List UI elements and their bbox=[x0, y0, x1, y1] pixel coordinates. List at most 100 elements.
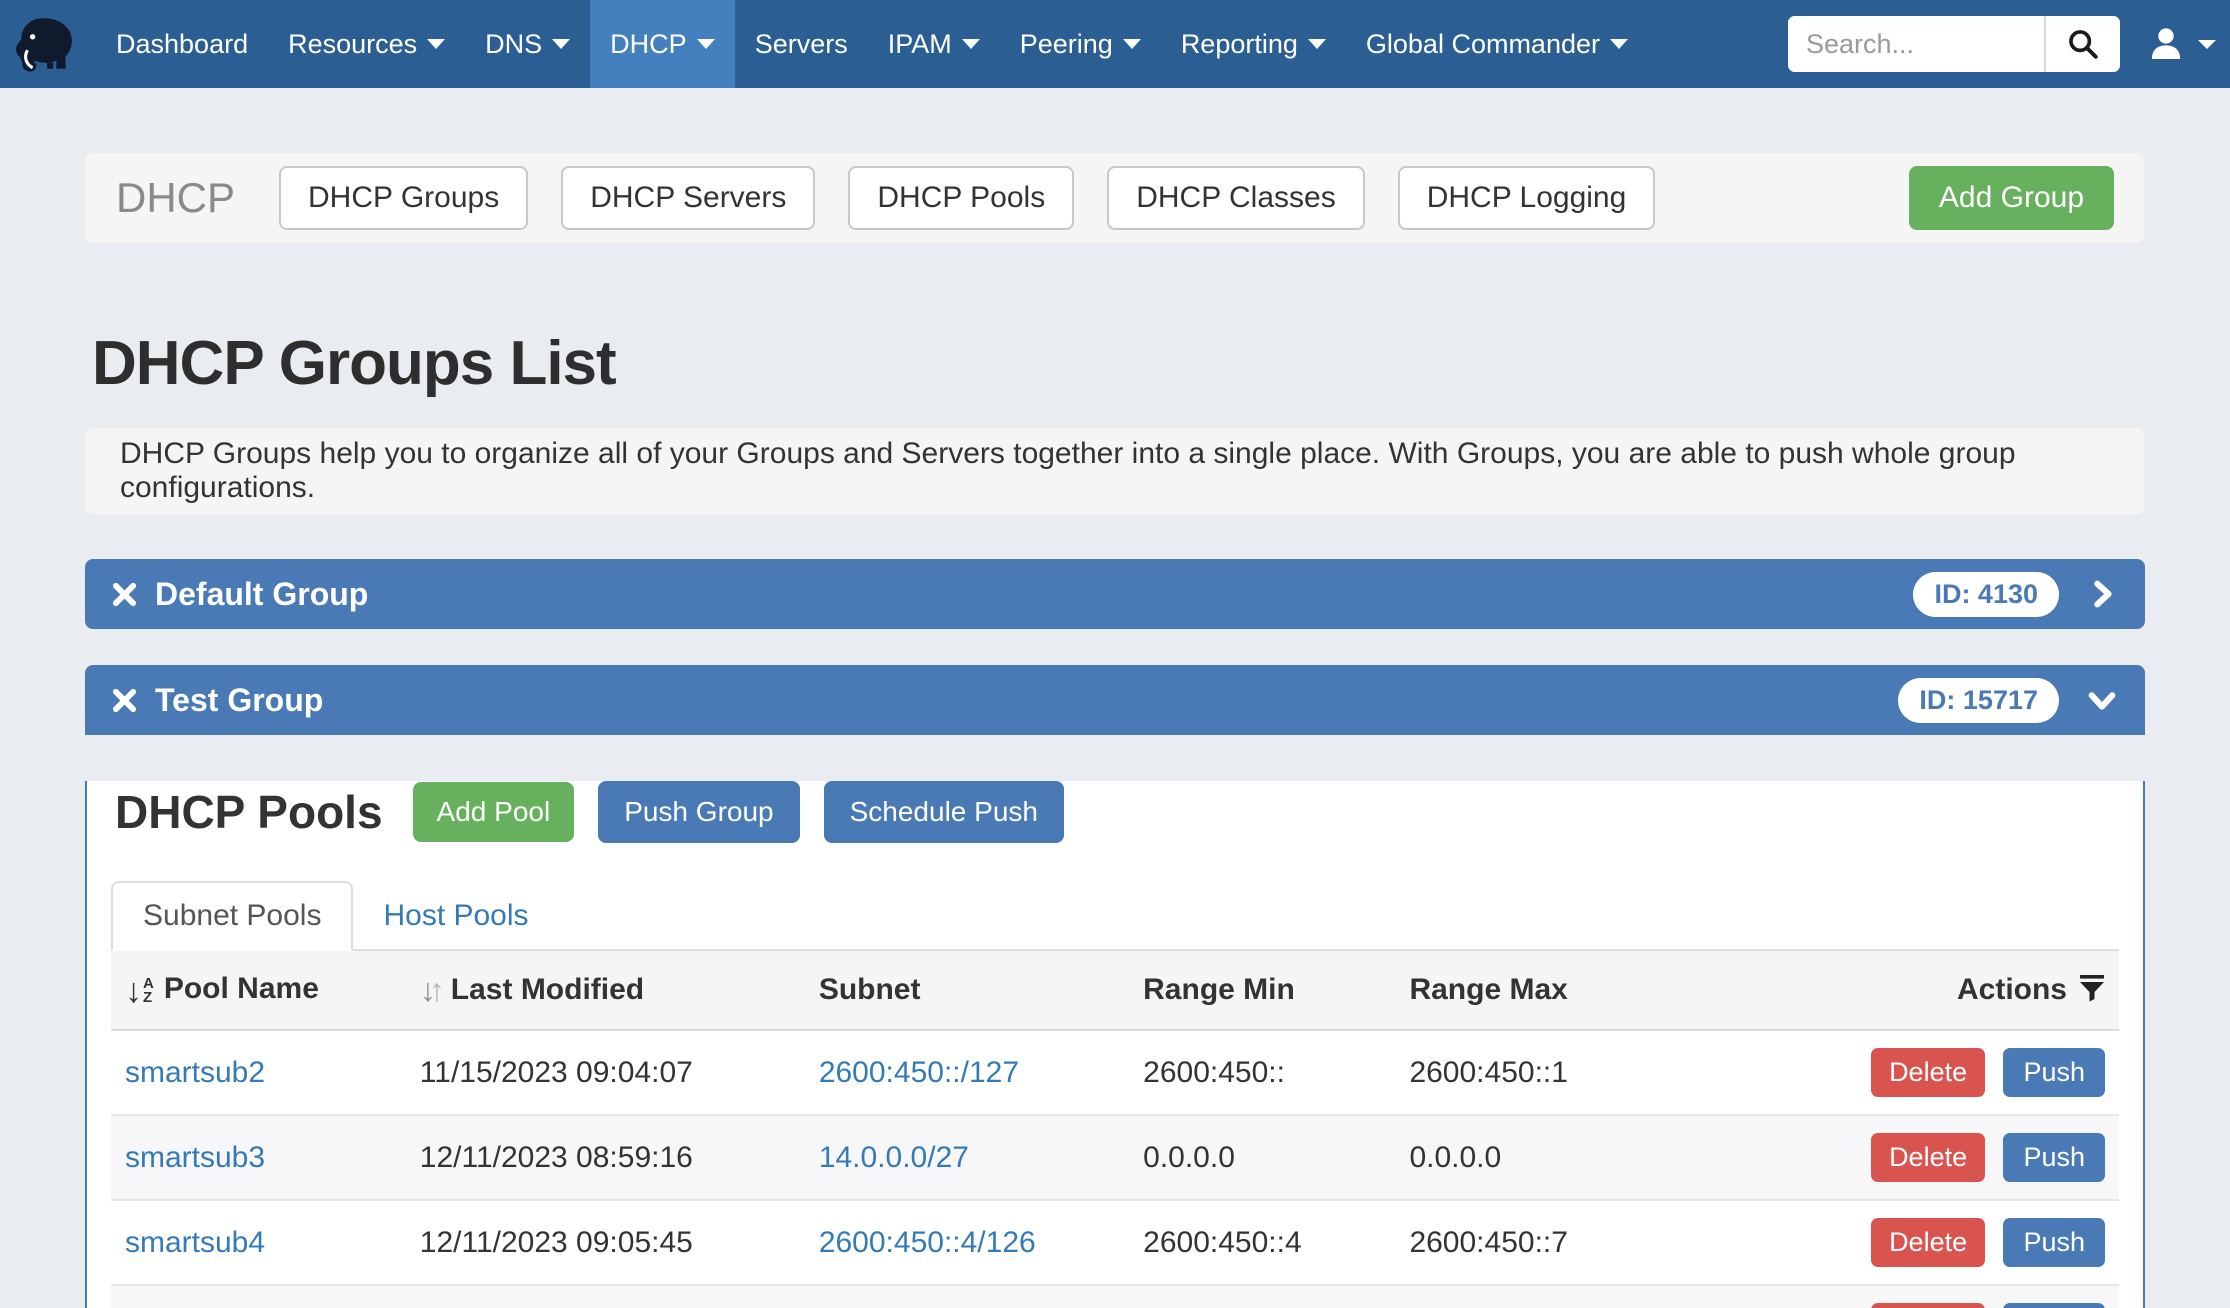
search-bar bbox=[1788, 16, 2120, 72]
last-modified-cell: 11/15/2023 09:04:07 bbox=[406, 1030, 805, 1115]
sort-alphabetical-icon[interactable]: ↓AZ bbox=[125, 974, 154, 1008]
delete-button[interactable]: Delete bbox=[1871, 1133, 1985, 1182]
group-name: Default Group bbox=[155, 576, 368, 613]
range-min-cell: 2600:450::4 bbox=[1129, 1200, 1395, 1285]
page-description: DHCP Groups help you to organize all of … bbox=[120, 437, 2110, 505]
dhcp-pools-button[interactable]: DHCP Pools bbox=[848, 166, 1074, 230]
range-min-cell: 172.16.3.0 bbox=[1129, 1285, 1395, 1308]
chevron-down-icon bbox=[1308, 39, 1326, 49]
column-header-range-max: Range Max bbox=[1395, 951, 1857, 1030]
nav-item-peering[interactable]: Peering bbox=[1000, 0, 1161, 88]
range-min-cell: 0.0.0.0 bbox=[1129, 1115, 1395, 1200]
last-modified-cell: 12/11/2023 09:05:45 bbox=[406, 1200, 805, 1285]
nav-links: Dashboard Resources DNS DHCP Servers IPA… bbox=[96, 0, 1648, 88]
nav-item-dashboard[interactable]: Dashboard bbox=[96, 0, 268, 88]
search-input[interactable] bbox=[1788, 16, 2044, 72]
schedule-push-button[interactable]: Schedule Push bbox=[824, 781, 1064, 843]
nav-item-reporting[interactable]: Reporting bbox=[1161, 0, 1346, 88]
nav-item-dhcp[interactable]: DHCP bbox=[590, 0, 735, 88]
range-max-cell: 2600:450::1 bbox=[1395, 1030, 1857, 1115]
column-header-last-modified: ↓↑Last Modified bbox=[406, 951, 805, 1030]
pools-header: DHCP Pools Add Pool Push Group Schedule … bbox=[111, 781, 2119, 843]
table-row: smartsub5 11/15/2023 09:33:29 172.16.3.0… bbox=[111, 1285, 2119, 1308]
search-button[interactable] bbox=[2044, 16, 2120, 72]
group-header-test-group[interactable]: Test Group ID: 15717 bbox=[85, 665, 2145, 735]
chevron-down-icon bbox=[2198, 40, 2216, 49]
mammoth-logo[interactable] bbox=[0, 0, 96, 88]
column-header-subnet: Subnet bbox=[805, 951, 1129, 1030]
chevron-down-icon bbox=[1610, 39, 1628, 49]
column-header-pool-name: ↓AZPool Name bbox=[111, 951, 406, 1030]
group-header-default-group[interactable]: Default Group ID: 4130 bbox=[85, 559, 2145, 629]
dhcp-classes-button[interactable]: DHCP Classes bbox=[1107, 166, 1365, 230]
delete-button[interactable]: Delete bbox=[1871, 1303, 1985, 1308]
push-button[interactable]: Push bbox=[2003, 1133, 2105, 1182]
nav-item-dns[interactable]: DNS bbox=[465, 0, 590, 88]
dhcp-toolbar: DHCP DHCP Groups DHCP Servers DHCP Pools… bbox=[85, 152, 2145, 244]
last-modified-cell: 12/11/2023 08:59:16 bbox=[406, 1115, 805, 1200]
dhcp-logging-button[interactable]: DHCP Logging bbox=[1398, 166, 1656, 230]
add-group-button[interactable]: Add Group bbox=[1909, 166, 2114, 230]
push-group-button[interactable]: Push Group bbox=[598, 781, 799, 843]
push-button[interactable]: Push bbox=[2003, 1218, 2105, 1267]
pool-name-link[interactable]: smartsub3 bbox=[125, 1141, 265, 1174]
nav-item-resources[interactable]: Resources bbox=[268, 0, 465, 88]
chevron-down-icon bbox=[1123, 39, 1141, 49]
group-body: DHCP Pools Add Pool Push Group Schedule … bbox=[85, 781, 2145, 1308]
chevron-down-icon bbox=[427, 39, 445, 49]
range-min-cell: 2600:450:: bbox=[1129, 1030, 1395, 1115]
tab-host-pools[interactable]: Host Pools bbox=[353, 883, 558, 949]
tab-subnet-pools[interactable]: Subnet Pools bbox=[111, 881, 353, 951]
push-button[interactable]: Push bbox=[2003, 1303, 2105, 1308]
range-max-cell: 2600:450::7 bbox=[1395, 1200, 1857, 1285]
subnet-link[interactable]: 14.0.0.0/27 bbox=[819, 1141, 969, 1174]
remove-group-icon[interactable] bbox=[111, 687, 138, 714]
pools-tabs: Subnet Pools Host Pools bbox=[111, 881, 2119, 951]
nav-item-global-commander[interactable]: Global Commander bbox=[1346, 0, 1648, 88]
table-row: smartsub3 12/11/2023 08:59:16 14.0.0.0/2… bbox=[111, 1115, 2119, 1200]
group-id-badge: ID: 4130 bbox=[1913, 572, 2059, 617]
group-panel-test-group: Test Group ID: 15717 DHCP Pools Add Pool… bbox=[85, 665, 2145, 1308]
search-icon bbox=[2066, 27, 2100, 61]
table-row: smartsub4 12/11/2023 09:05:45 2600:450::… bbox=[111, 1200, 2119, 1285]
add-pool-button[interactable]: Add Pool bbox=[413, 782, 575, 842]
user-icon bbox=[2146, 24, 2186, 64]
subnet-pools-table: ↓AZPool Name ↓↑Last Modified Subnet Rang… bbox=[111, 951, 2119, 1308]
last-modified-cell: 11/15/2023 09:33:29 bbox=[406, 1285, 805, 1308]
chevron-down-icon[interactable] bbox=[2087, 685, 2117, 715]
range-max-cell: 0.0.0.0 bbox=[1395, 1115, 1857, 1200]
pool-name-link[interactable]: smartsub4 bbox=[125, 1226, 265, 1259]
delete-button[interactable]: Delete bbox=[1871, 1048, 1985, 1097]
filter-icon[interactable] bbox=[2079, 974, 2105, 1002]
delete-button[interactable]: Delete bbox=[1871, 1218, 1985, 1267]
dhcp-servers-button[interactable]: DHCP Servers bbox=[561, 166, 815, 230]
page-title: DHCP Groups List bbox=[92, 328, 2145, 399]
dhcp-groups-button[interactable]: DHCP Groups bbox=[279, 166, 528, 230]
subnet-link[interactable]: 2600:450::4/126 bbox=[819, 1226, 1036, 1259]
group-id-badge: ID: 15717 bbox=[1898, 678, 2059, 723]
push-button[interactable]: Push bbox=[2003, 1048, 2105, 1097]
page-description-panel: DHCP Groups help you to organize all of … bbox=[85, 427, 2145, 515]
column-header-actions: Actions bbox=[1857, 951, 2119, 1030]
chevron-right-icon[interactable] bbox=[2087, 579, 2117, 609]
navbar-right bbox=[1788, 0, 2230, 88]
remove-group-icon[interactable] bbox=[111, 581, 138, 608]
pools-title: DHCP Pools bbox=[115, 785, 383, 839]
nav-item-ipam[interactable]: IPAM bbox=[868, 0, 1000, 88]
group-name: Test Group bbox=[155, 682, 323, 719]
user-menu[interactable] bbox=[2146, 24, 2216, 64]
nav-item-servers[interactable]: Servers bbox=[735, 0, 868, 88]
table-row: smartsub2 11/15/2023 09:04:07 2600:450::… bbox=[111, 1030, 2119, 1115]
table-header-row: ↓AZPool Name ↓↑Last Modified Subnet Rang… bbox=[111, 951, 2119, 1030]
column-header-range-min: Range Min bbox=[1129, 951, 1395, 1030]
range-max-cell: 172.16.3.255 bbox=[1395, 1285, 1857, 1308]
chevron-down-icon bbox=[697, 39, 715, 49]
pool-name-link[interactable]: smartsub2 bbox=[125, 1056, 265, 1089]
toolbar-title: DHCP bbox=[116, 174, 235, 222]
mammoth-logo-icon bbox=[12, 11, 78, 77]
top-navbar: Dashboard Resources DNS DHCP Servers IPA… bbox=[0, 0, 2230, 88]
chevron-down-icon bbox=[552, 39, 570, 49]
subnet-link[interactable]: 2600:450::/127 bbox=[819, 1056, 1019, 1089]
sort-updown-icon[interactable]: ↓↑ bbox=[420, 974, 445, 1006]
chevron-down-icon bbox=[962, 39, 980, 49]
